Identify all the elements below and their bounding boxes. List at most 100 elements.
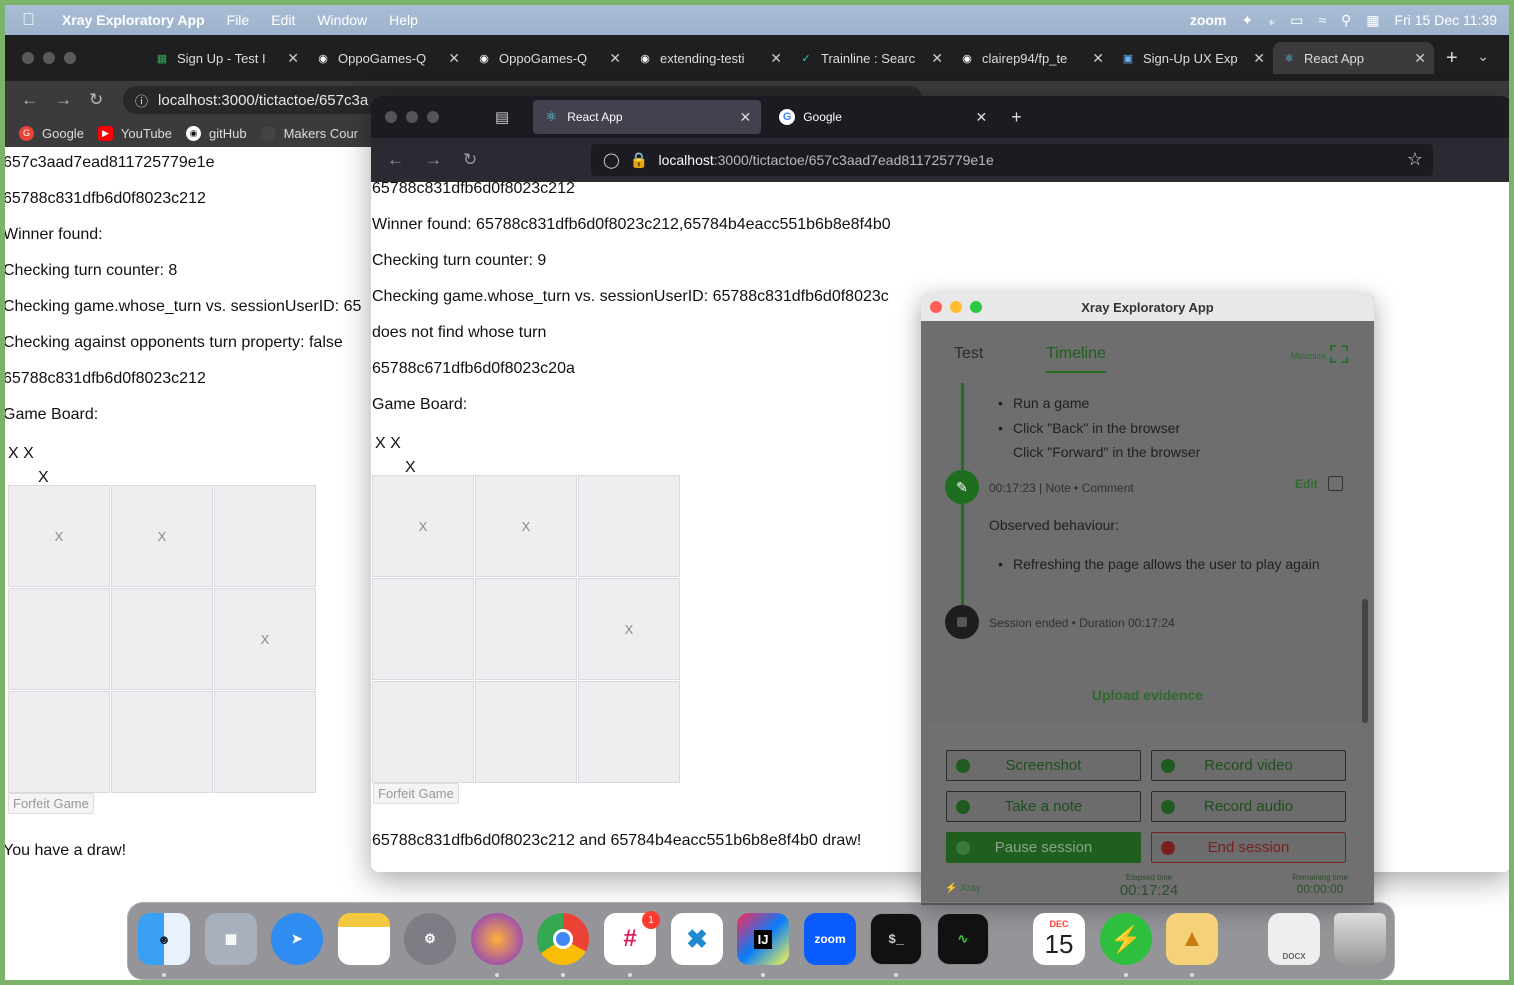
minimize-window-button[interactable] (406, 111, 418, 123)
bookmark-makers[interactable]: Makers Cour (260, 125, 358, 141)
control-center-icon[interactable]: ▦ (1366, 12, 1379, 29)
bookmark-star-icon[interactable]: ☆ (1407, 149, 1423, 170)
clock[interactable]: Fri 15 Dec 11:39 (1395, 12, 1497, 28)
zoom-status-label[interactable]: zoom (1190, 12, 1227, 28)
close-icon[interactable]: ✕ (975, 109, 987, 126)
firefox-tab-google[interactable]: G Google ✕ (769, 100, 997, 134)
board-cell[interactable] (578, 475, 680, 577)
record-audio-button[interactable]: Record audio (1151, 791, 1346, 822)
battery-icon[interactable]: ▭ (1290, 12, 1303, 29)
bluetooth-icon[interactable]: ⁎ (1268, 12, 1275, 29)
close-icon[interactable]: ✕ (1092, 50, 1104, 67)
upload-evidence-button[interactable]: Upload evidence (921, 687, 1374, 703)
note-checkbox[interactable] (1328, 476, 1343, 491)
zoom-icon[interactable]: zoom (804, 913, 856, 965)
tab-test[interactable]: Test (954, 345, 983, 363)
menu-edit[interactable]: Edit (271, 12, 295, 28)
board-cell[interactable] (111, 588, 213, 690)
document-icon[interactable]: DOCX (1268, 913, 1320, 965)
record-video-button[interactable]: Record video (1151, 750, 1346, 781)
close-icon[interactable]: ✕ (609, 50, 621, 67)
board-cell[interactable]: X (475, 475, 577, 577)
chrome-tab[interactable]: ✓ Trainline : Searc ✕ (790, 42, 951, 74)
board-cell[interactable]: X (8, 485, 110, 587)
screenshot-button[interactable]: Screenshot (946, 750, 1141, 781)
reload-icon[interactable]: ↻ (89, 90, 107, 110)
firefox-tab-react-app[interactable]: ⚛ React App ✕ (533, 100, 762, 134)
board-cell[interactable] (8, 691, 110, 793)
close-icon[interactable]: ✕ (287, 50, 299, 67)
calendar-icon[interactable]: DEC 15 (1033, 913, 1085, 965)
tab-manager-icon[interactable]: ▤ (495, 108, 509, 126)
spotlight-icon[interactable]: ⚲ (1341, 12, 1351, 29)
notes-icon[interactable] (338, 913, 390, 965)
board-cell[interactable] (475, 578, 577, 680)
board-cell[interactable] (111, 691, 213, 793)
chrome-tab[interactable]: ◉ OppoGames-Q ✕ (307, 42, 468, 74)
firefox-address-bar[interactable]: ◯ 🔒 localhost:3000/tictactoe/657c3aad7ea… (591, 144, 1433, 176)
close-icon[interactable]: ✕ (931, 50, 943, 67)
chevron-down-icon[interactable]: ⌄ (1477, 48, 1489, 65)
board-cell[interactable]: X (111, 485, 213, 587)
zoom-window-button[interactable] (970, 301, 982, 313)
board-cell[interactable] (372, 681, 474, 783)
bird-icon[interactable]: ✦ (1241, 12, 1253, 29)
menu-help[interactable]: Help (389, 12, 418, 28)
firefox-icon[interactable] (471, 913, 523, 965)
minimize-window-button[interactable] (950, 301, 962, 313)
launchpad-icon[interactable]: ▦ (205, 913, 257, 965)
edit-note-link[interactable]: Edit (1295, 477, 1318, 491)
shield-icon[interactable]: ◯ (603, 151, 620, 169)
bolt-icon[interactable]: ⚡ (1100, 913, 1152, 965)
board-cell[interactable] (8, 588, 110, 690)
chrome-tab[interactable]: ▣ Sign-Up UX Exp ✕ (1112, 42, 1273, 74)
chrome-tab[interactable]: ◉ extending-testi ✕ (629, 42, 790, 74)
trash-icon[interactable] (1334, 913, 1386, 965)
info-icon[interactable]: ⓘ (135, 91, 148, 110)
forfeit-game-button[interactable]: Forfeit Game (373, 783, 459, 804)
close-icon[interactable]: ✕ (448, 50, 460, 67)
intellij-icon[interactable]: IJ (737, 913, 789, 965)
bookmark-github[interactable]: ◉ gitHub (186, 125, 247, 141)
reload-icon[interactable]: ↻ (463, 150, 485, 170)
minimize-label[interactable]: Minimize (1290, 351, 1326, 361)
back-arrow-icon[interactable]: ← (387, 150, 409, 170)
finder-icon[interactable]: ☻ (138, 913, 190, 965)
board-cell[interactable]: X (214, 588, 316, 690)
activity-monitor-icon[interactable]: ∿ (937, 913, 989, 965)
new-tab-icon[interactable]: + (1446, 47, 1458, 70)
take-note-button[interactable]: Take a note (946, 791, 1141, 822)
zoom-window-button[interactable] (64, 52, 76, 64)
chrome-icon[interactable] (537, 913, 589, 965)
close-window-button[interactable] (930, 301, 942, 313)
menu-app-name[interactable]: Xray Exploratory App (62, 12, 205, 28)
settings-icon[interactable]: ⚙ (404, 913, 456, 965)
forward-arrow-icon[interactable]: → (425, 150, 447, 170)
timeline-scrollbar[interactable] (1362, 599, 1368, 723)
tab-timeline[interactable]: Timeline (1046, 345, 1106, 373)
close-icon[interactable]: ✕ (770, 50, 782, 67)
close-icon[interactable]: ✕ (1253, 50, 1265, 67)
safari-icon[interactable]: ➤ (271, 913, 323, 965)
board-cell[interactable] (578, 681, 680, 783)
forward-arrow-icon[interactable]: → (55, 90, 73, 110)
board-cell[interactable] (372, 578, 474, 680)
terminal-icon[interactable]: $_ (870, 913, 922, 965)
wifi-icon[interactable]: ≈ (1318, 12, 1326, 28)
forfeit-game-button[interactable]: Forfeit Game (8, 793, 94, 814)
bookmark-google[interactable]: G Google (19, 125, 84, 141)
back-arrow-icon[interactable]: ← (21, 90, 39, 110)
minimize-icon[interactable] (1330, 345, 1348, 363)
menu-file[interactable]: File (227, 12, 250, 28)
chrome-tab[interactable]: ▦ Sign Up - Test I ✕ (146, 42, 307, 74)
minimize-window-button[interactable] (43, 52, 55, 64)
tableplus-icon[interactable]: ▲ (1166, 913, 1218, 965)
board-cell[interactable] (475, 681, 577, 783)
vscode-icon[interactable]: ✖ (671, 913, 723, 965)
board-cell[interactable]: X (578, 578, 680, 680)
chrome-tab[interactable]: ⚛ React App ✕ (1273, 42, 1434, 74)
close-icon[interactable]: ✕ (1414, 50, 1426, 67)
board-cell[interactable]: X (372, 475, 474, 577)
pause-session-button[interactable]: Pause session (946, 832, 1141, 863)
chrome-tab[interactable]: ◉ OppoGames-Q ✕ (468, 42, 629, 74)
